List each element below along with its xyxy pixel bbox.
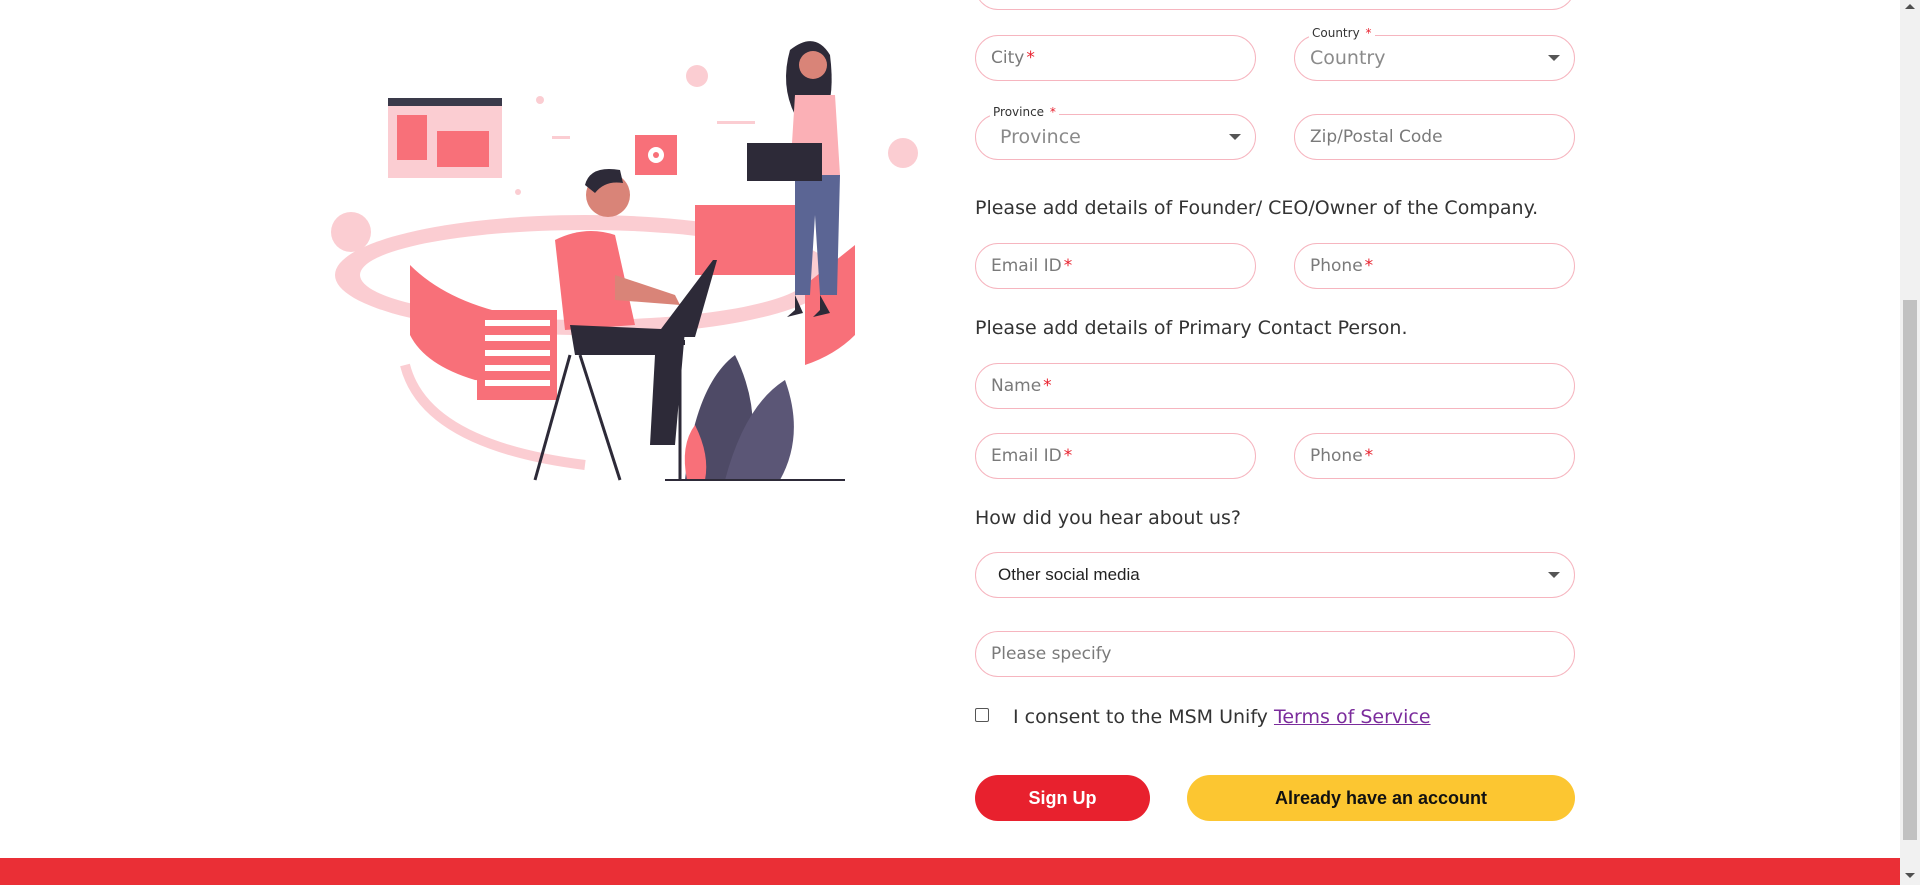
- required-mark: *: [1063, 256, 1073, 276]
- required-mark: *: [1364, 446, 1374, 466]
- vertical-scrollbar[interactable]: [1900, 0, 1920, 885]
- province-select[interactable]: Province * Province: [975, 105, 1256, 160]
- signup-illustration: [331, 41, 918, 481]
- country-label: Country *: [1309, 26, 1375, 40]
- contact-name-field[interactable]: Name *: [975, 363, 1575, 409]
- login-button[interactable]: Already have an account: [1187, 775, 1575, 821]
- founder-email-placeholder: Email ID: [991, 256, 1062, 276]
- contact-phone-field[interactable]: Phone *: [1294, 433, 1575, 479]
- founder-phone-field[interactable]: Phone *: [1294, 243, 1575, 289]
- chevron-down-icon: [1548, 572, 1560, 578]
- country-value: Country: [1310, 47, 1386, 69]
- scrollbar-thumb[interactable]: [1903, 300, 1917, 840]
- province-value: Province: [1000, 126, 1081, 148]
- city-placeholder: City: [991, 48, 1025, 68]
- required-mark: *: [1063, 446, 1073, 466]
- consent-text: I consent to the MSM Unify Terms of Serv…: [1013, 706, 1431, 728]
- chevron-down-icon: [1229, 134, 1241, 140]
- hear-source-select[interactable]: Other social media: [975, 552, 1575, 598]
- scroll-down-arrow-icon[interactable]: [1905, 873, 1915, 878]
- hear-heading: How did you hear about us?: [975, 507, 1241, 529]
- required-mark: *: [1364, 256, 1374, 276]
- partial-field-top[interactable]: [975, 0, 1575, 10]
- city-field[interactable]: City *: [975, 35, 1256, 81]
- specify-field[interactable]: Please specify: [975, 631, 1575, 677]
- terms-of-service-link[interactable]: Terms of Service: [1274, 706, 1431, 728]
- sign-up-button[interactable]: Sign Up: [975, 775, 1150, 821]
- zip-placeholder: Zip/Postal Code: [1310, 127, 1443, 147]
- specify-placeholder: Please specify: [991, 644, 1112, 664]
- scroll-up-arrow-icon[interactable]: [1905, 4, 1915, 9]
- login-label: Already have an account: [1274, 787, 1488, 808]
- contact-phone-placeholder: Phone: [1310, 446, 1363, 466]
- footer-bar: [0, 858, 1900, 885]
- founder-email-field[interactable]: Email ID *: [975, 243, 1256, 289]
- contact-name-placeholder: Name: [991, 376, 1042, 396]
- founder-phone-placeholder: Phone: [1310, 256, 1363, 276]
- required-mark: *: [1026, 48, 1035, 68]
- chevron-down-icon: [1548, 55, 1560, 61]
- zip-field[interactable]: Zip/Postal Code: [1294, 114, 1575, 160]
- contact-heading: Please add details of Primary Contact Pe…: [975, 317, 1408, 339]
- hear-source-value: Other social media: [998, 565, 1140, 584]
- province-label: Province *: [990, 105, 1059, 119]
- sign-up-label: Sign Up: [1028, 787, 1097, 808]
- country-select[interactable]: Country * Country: [1294, 26, 1575, 81]
- founder-heading: Please add details of Founder/ CEO/Owner…: [975, 197, 1539, 219]
- required-mark: *: [1043, 376, 1052, 396]
- consent-checkbox[interactable]: [975, 708, 989, 722]
- contact-email-field[interactable]: Email ID *: [975, 433, 1256, 479]
- contact-email-placeholder: Email ID: [991, 446, 1062, 466]
